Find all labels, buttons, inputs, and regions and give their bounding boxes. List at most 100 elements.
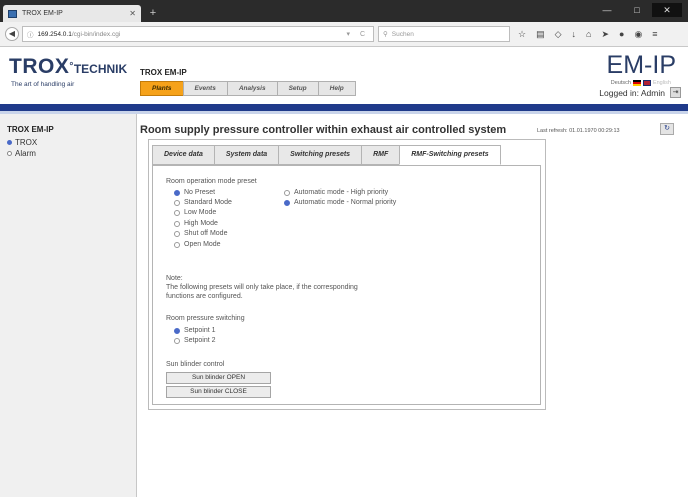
operation-preset-label: Room operation mode preset [166,178,257,185]
german-flag-icon[interactable] [632,80,641,86]
menu-analysis[interactable]: Analysis [226,81,278,96]
tab-switching-presets[interactable]: Switching presets [278,145,363,165]
preset-radio-standard[interactable]: Standard Mode [174,199,232,206]
radio-label: Setpoint 2 [184,337,216,344]
reader-icon[interactable]: ▤ [536,29,545,40]
close-tab-icon[interactable]: ✕ [129,9,136,18]
share-icon[interactable]: ➤ [601,29,609,40]
tab-rmf[interactable]: RMF [361,145,401,165]
page-title: Room supply pressure controller within e… [140,124,507,136]
menu-help[interactable]: Help [317,81,356,96]
sidebar-item-trox[interactable]: TROX [7,138,37,147]
tab-device-data[interactable]: Device data [152,145,215,165]
preset-radio-shut-off[interactable]: Shut off Mode [174,230,227,237]
radio-label: Automatic mode - High priority [294,189,389,196]
sidebar: TROX EM-IP TROX Alarm [0,114,137,497]
sidebar-item-label: TROX [15,138,38,147]
language-switch: Deutsch English [611,80,671,86]
logout-icon[interactable]: ⇥ [670,87,681,98]
preset-radio-high[interactable]: High Mode [174,220,218,227]
sync-icon[interactable]: ● [619,29,624,40]
browser-action-icons: ☆ ▤ ◇ ↓ ⌂ ➤ ● ◉ ≡ [518,29,658,40]
preset-radio-auto-high[interactable]: Automatic mode - High priority [284,189,388,196]
menu-events[interactable]: Events [182,81,228,96]
radio-label: Shut off Mode [184,230,228,237]
radio-selected-icon [174,189,180,196]
radio-icon [284,189,290,196]
radio-label: Open Mode [184,241,221,248]
logged-in-status: Logged in: Admin [599,88,665,98]
pressure-switching-label: Room pressure switching [166,315,245,322]
radio-icon [174,241,180,248]
note-label: Note: [166,275,183,282]
menu-setup[interactable]: Setup [276,81,319,96]
reload-icon[interactable]: ▾ C [346,30,369,38]
window-controls: — □ ✕ [592,3,682,17]
preset-radio-auto-normal[interactable]: Automatic mode - Normal priority [284,199,396,206]
browser-window: { "browser": { "tab_title": "TROX EM-IP"… [0,0,688,497]
bullet-icon [7,151,12,156]
favicon-icon [8,9,17,18]
app-title: TROX EM-IP [140,68,187,77]
radio-icon [174,220,180,227]
main-menu: Plants Events Analysis Setup Help [140,81,356,96]
radio-label: No Preset [184,189,216,196]
last-refresh: Last refresh: 01.01.1970 00:29:13 [537,128,620,134]
radio-icon [174,209,180,216]
sun-blinder-open-button[interactable]: Sun blinder OPEN [166,372,271,384]
bookmark-star-icon[interactable]: ☆ [518,29,526,40]
preset-radio-open[interactable]: Open Mode [174,241,221,248]
header-divider [0,104,688,111]
selected-bullet-icon [7,140,12,145]
lang-de-link[interactable]: Deutsch [611,80,631,86]
tab-rmf-switching-presets[interactable]: RMF-Switching presets [399,145,501,165]
close-window-icon[interactable]: ✕ [652,3,682,17]
address-bar[interactable]: ⓘ 169.254.0.1 /cgi-bin/index.cgi ▾ C [22,26,374,42]
lang-en-link[interactable]: English [653,80,671,86]
refresh-button[interactable]: ↻ [660,123,674,135]
radio-selected-icon [284,199,290,206]
preset-radio-no-preset[interactable]: No Preset [174,189,215,196]
tab-bar: Device data System data Switching preset… [152,145,501,165]
radio-label: Setpoint 1 [184,327,216,334]
english-flag-icon[interactable] [642,80,651,86]
extension-icon[interactable]: ◉ [634,29,642,40]
radio-selected-icon [174,327,180,334]
logo-tagline: The art of handling air [11,81,75,88]
radio-icon [174,337,180,344]
home-icon[interactable]: ⌂ [586,29,591,40]
radio-icon [174,199,180,206]
browser-toolbar: ◀ ⓘ 169.254.0.1 /cgi-bin/index.cgi ▾ C ⚲… [0,22,688,47]
browser-tab[interactable]: TROX EM-IP ✕ [3,5,141,22]
browser-tab-title: TROX EM-IP [22,10,63,17]
note-text-line2: functions are configured. [166,293,243,300]
pressure-radio-setpoint1[interactable]: Setpoint 1 [174,327,216,334]
pressure-radio-setpoint2[interactable]: Setpoint 2 [174,337,216,344]
info-icon[interactable]: ⓘ [27,29,34,39]
brand-title: EM-IP [606,51,676,79]
new-tab-button[interactable]: + [146,7,160,19]
tab-system-data[interactable]: System data [213,145,280,165]
back-button[interactable]: ◀ [5,27,19,41]
minimize-icon[interactable]: — [592,3,622,17]
radio-label: Standard Mode [184,199,232,206]
sun-blinder-close-button[interactable]: Sun blinder CLOSE [166,386,271,398]
hamburger-menu-icon[interactable]: ≡ [652,29,657,40]
radio-label: High Mode [184,220,218,227]
search-placeholder: Suchen [391,30,414,38]
sidebar-item-label: Alarm [15,149,36,158]
logo-suffix: TECHNIK [73,62,128,76]
pocket-icon[interactable]: ◇ [555,29,562,40]
url-path: /cgi-bin/index.cgi [71,30,121,38]
search-input[interactable]: ⚲ Suchen [378,26,510,42]
menu-plants[interactable]: Plants [140,81,184,96]
maximize-icon[interactable]: □ [622,3,652,17]
sidebar-item-alarm[interactable]: Alarm [7,149,36,158]
radio-label: Low Mode [184,209,217,216]
radio-icon [174,230,180,237]
search-icon: ⚲ [383,31,388,38]
preset-radio-low[interactable]: Low Mode [174,209,216,216]
trox-logo: TROX°TECHNIK The art of handling air [9,55,128,89]
logo-main: TROX [9,55,70,78]
download-icon[interactable]: ↓ [572,29,577,40]
